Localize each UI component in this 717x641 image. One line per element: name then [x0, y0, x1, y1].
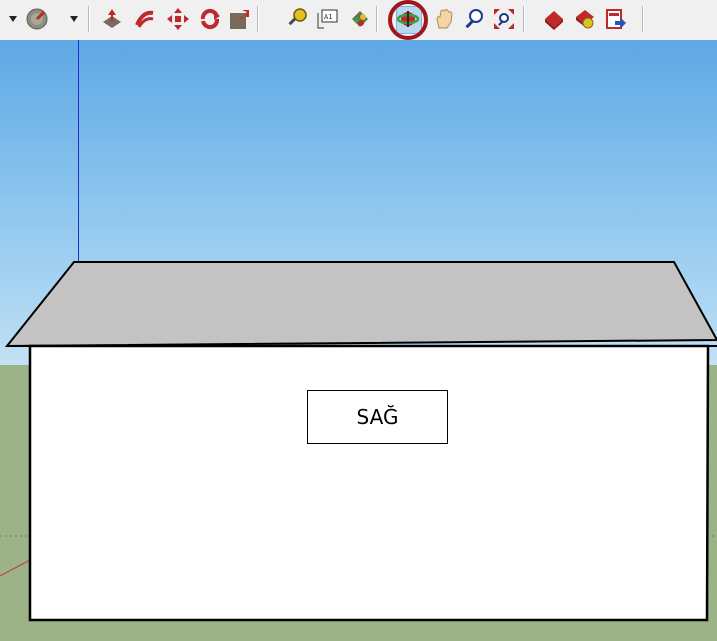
rotate-icon[interactable] — [196, 5, 224, 33]
push-pull-icon[interactable] — [98, 5, 126, 33]
red-axis — [0, 559, 31, 577]
text-tool-glyph: A1 — [324, 13, 332, 21]
toolbar: A1 — [0, 0, 717, 40]
move-icon[interactable] — [164, 5, 192, 33]
roof — [4, 261, 717, 348]
text-tool-icon[interactable]: A1 — [313, 5, 341, 33]
select-dropdown-arrow[interactable] — [6, 5, 20, 33]
toolbar-separator — [257, 6, 258, 32]
toolbar-separator — [376, 6, 377, 32]
pan-icon[interactable] — [431, 5, 459, 33]
orbit-highlight-ring — [388, 0, 428, 40]
eraser-icon[interactable] — [23, 5, 51, 33]
house-model — [0, 261, 717, 622]
tape-measure-icon[interactable] — [283, 5, 311, 33]
house-wall — [28, 344, 710, 622]
follow-me-icon[interactable] — [131, 5, 159, 33]
warehouse-icon[interactable] — [540, 5, 568, 33]
model-viewport[interactable] — [0, 40, 717, 641]
scale-icon[interactable] — [226, 5, 254, 33]
paint-bucket-icon[interactable] — [346, 5, 374, 33]
zoom-icon[interactable] — [460, 5, 488, 33]
extension-warehouse-icon[interactable] — [571, 5, 599, 33]
share-model-icon[interactable] — [601, 5, 629, 33]
wall-label-box: SAĞ — [307, 390, 448, 444]
toolbar-separator — [88, 6, 89, 32]
wall-label-text: SAĞ — [356, 405, 399, 429]
toolbar-separator — [642, 6, 643, 32]
toolbar-separator — [523, 6, 524, 32]
dropdown-arrow[interactable] — [67, 5, 81, 33]
zoom-extents-icon[interactable] — [490, 5, 518, 33]
